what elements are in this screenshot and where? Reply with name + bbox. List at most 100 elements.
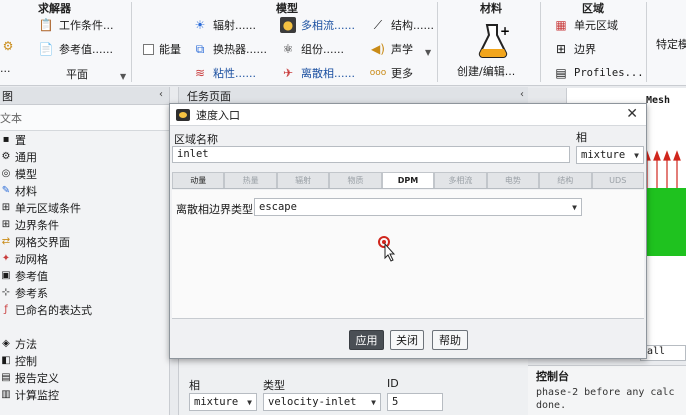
viscous-button[interactable]: ≋ 粘性...... — [192, 65, 256, 81]
materials-create-icon-button[interactable]: + — [468, 22, 518, 60]
task-page-title: 任务页面 — [187, 89, 231, 103]
energy-checkbox[interactable]: 能量 — [143, 41, 181, 57]
tree-item[interactable] — [0, 318, 169, 335]
dpm-tab-pane: 离散相边界类型 escape ▼ — [172, 190, 644, 318]
dialog-tabs: 动量 热量 辐射 物质 DPM 多相流 电势 结构 UDS — [172, 172, 644, 189]
create-edit-button[interactable]: 创建/编辑... — [457, 63, 515, 79]
tab-1[interactable]: 热量 — [224, 172, 277, 188]
zones-group-title: 区域 — [582, 2, 604, 15]
outline-panel: 图 ‹ 文本 ▪ 置 ⚙ 通用 ◎ 模型 ✎ 材料 ⊞ 单元区域条件 ⊞ 边界条件 ⇄ 网格交界面 ✦ 动网格… — [0, 87, 170, 415]
close-button[interactable]: 关闭 — [390, 330, 424, 350]
tree-item[interactable]: ⊞ 边界条件 — [0, 216, 169, 233]
species-icon: ⚛ — [282, 42, 294, 56]
outline-search[interactable]: 文本 — [0, 105, 169, 131]
close-icon[interactable]: ✕ — [626, 106, 638, 122]
help-button[interactable]: 帮助 — [432, 330, 468, 350]
tree-item[interactable]: ◧ 控制 — [0, 352, 169, 369]
id-label: ID — [387, 377, 399, 390]
report-icon: ▤ — [1, 372, 11, 383]
tree-item-label: 已命名的表达式 — [15, 303, 92, 317]
collapse-icon[interactable]: ‹ — [159, 89, 163, 100]
heat-exchanger-label: 换热器...... — [213, 43, 267, 56]
tab-3[interactable]: 物质 — [329, 172, 382, 188]
chevron-down-icon[interactable]: ▼ — [120, 72, 126, 81]
heat-exchanger-button[interactable]: ⧉ 换热器...... — [192, 41, 267, 57]
collapse-icon[interactable]: ‹ — [520, 89, 524, 100]
dpm-bc-type-select[interactable]: escape ▼ — [254, 198, 582, 216]
special-models-button[interactable]: 特定模 — [656, 36, 686, 52]
more-button[interactable]: ooo 更多 — [370, 65, 413, 81]
boundaries-icon: ⊞ — [555, 42, 567, 56]
tree-item[interactable]: ▥ 计算监控 — [0, 386, 169, 403]
dialog-separator — [172, 318, 644, 319]
tab-2[interactable]: 辐射 — [276, 172, 330, 188]
tree-item-label: 材料 — [15, 184, 37, 198]
species-label: 组份...... — [301, 43, 344, 56]
zone-name-field[interactable]: inlet — [172, 146, 570, 163]
tree-item[interactable]: ⇄ 网格交界面 — [0, 233, 169, 250]
apply-button[interactable]: 应用 — [349, 330, 384, 350]
multiphase-label: 多相流...... — [301, 19, 355, 32]
search-placeholder: 文本 — [0, 111, 22, 125]
tab-6[interactable]: 电势 — [486, 172, 540, 188]
tab-7[interactable]: 结构 — [539, 172, 592, 188]
reference-values-button[interactable]: 📄 参考值...... — [38, 41, 113, 57]
work-conditions-button[interactable]: 📋 工作条件... — [38, 17, 114, 33]
ribbon-separator — [646, 2, 647, 82]
phase-select[interactable]: mixture ▼ — [189, 393, 257, 411]
tree-item-label: 单元区域条件 — [15, 201, 81, 215]
acoustics-button[interactable]: ◀) 声学 — [370, 41, 413, 57]
reference-values-label: 参考值...... — [59, 43, 113, 56]
dialog-titlebar[interactable]: 速度入口 — [170, 104, 646, 126]
tree-item[interactable]: ⚙ 通用 — [0, 148, 169, 165]
method-icon: ◈ — [2, 338, 10, 349]
control-icon: ◧ — [1, 355, 11, 366]
tree-item[interactable]: ✎ 材料 — [0, 182, 169, 199]
phase-select[interactable]: mixture ▼ — [576, 146, 644, 164]
console-title: 控制台 — [536, 370, 569, 383]
tree-item[interactable]: ⊞ 单元区域条件 — [0, 199, 169, 216]
tab-0[interactable]: 动量 — [172, 172, 225, 188]
boundaries-button[interactable]: ⊞ 边界 — [553, 41, 596, 57]
tab-4[interactable]: DPM — [381, 172, 435, 188]
chevron-down-icon: ▼ — [572, 202, 577, 212]
id-field[interactable]: 5 — [387, 393, 443, 411]
console-line: phase-2 before any calc — [536, 387, 675, 398]
tree-item-label: 参考系 — [15, 286, 48, 300]
tree-item[interactable]: ▣ 参考值 — [0, 267, 169, 284]
tree-item-label: 通用 — [15, 150, 37, 164]
type-select[interactable]: velocity-inlet ▼ — [263, 393, 381, 411]
tree-item[interactable]: ▤ 报告定义 — [0, 369, 169, 386]
tree-item[interactable]: ▪ 置 — [0, 131, 169, 148]
chevron-down-icon: ▼ — [247, 397, 252, 407]
multiphase-button[interactable]: ● 多相流...... — [280, 17, 355, 33]
cell-zones-label: 单元区域 — [574, 19, 618, 32]
acoustics-icon: ◀) — [371, 42, 385, 56]
tree-item-label: 报告定义 — [15, 371, 59, 385]
ribbon: 求解器 ⚙ ... 📋 工作条件... 📄 参考值...... 平面 ▼ 能量 … — [0, 0, 686, 86]
viscous-icon: ≋ — [194, 66, 206, 80]
tree-item[interactable]: ƒ 已命名的表达式 — [0, 301, 169, 318]
profiles-button[interactable]: ▤ Profiles... — [553, 65, 643, 81]
radiation-button[interactable]: ☀ 辐射...... — [192, 17, 256, 33]
materials-icon: ✎ — [1, 185, 11, 196]
tree-item[interactable]: ✦ 动网格 — [0, 250, 169, 267]
discrete-phase-button[interactable]: ✈ 离散相...... — [280, 65, 355, 81]
work-conditions-label: 工作条件... — [59, 19, 114, 32]
phase-select-value: mixture — [581, 149, 626, 161]
tree-item[interactable]: ⊹ 参考系 — [0, 284, 169, 301]
tree-item[interactable]: ◎ 模型 — [0, 165, 169, 182]
solver-partial-item[interactable]: ⚙ — [0, 38, 16, 54]
energy-label: 能量 — [159, 43, 181, 56]
console-panel[interactable]: 控制台 phase-2 before any calc done. — [528, 365, 686, 415]
tree-item[interactable]: ◈ 方法 — [0, 335, 169, 352]
phase-label: 相 — [576, 131, 587, 144]
tree-item-label: 模型 — [15, 167, 37, 181]
tab-5[interactable]: 多相流 — [434, 172, 487, 188]
interface-icon: ⇄ — [1, 236, 11, 247]
chevron-down-icon[interactable]: ▼ — [425, 48, 431, 57]
cell-zones-button[interactable]: ▦ 单元区域 — [553, 17, 618, 33]
tab-8[interactable]: UDS — [591, 172, 644, 188]
species-button[interactable]: ⚛ 组份...... — [280, 41, 344, 57]
structure-button[interactable]: ⟋ 结构...... — [370, 17, 434, 33]
